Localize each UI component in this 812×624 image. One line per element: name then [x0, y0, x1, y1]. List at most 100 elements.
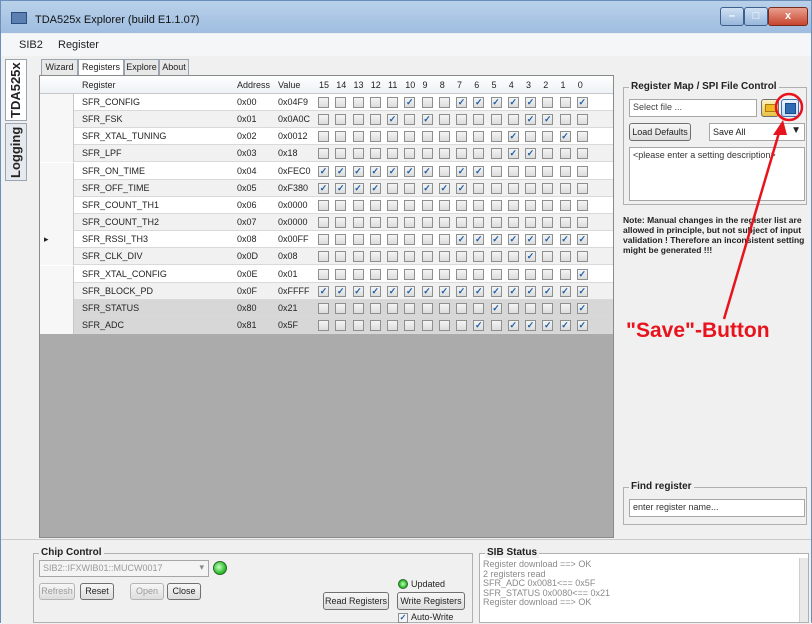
bit-checkbox[interactable]	[404, 234, 416, 246]
bit-checkbox[interactable]	[421, 234, 433, 246]
register-row[interactable]: SFR_XTAL_TUNING 0x02 0x0012 ✓ ✓	[40, 128, 613, 146]
bit-checkbox[interactable]	[369, 268, 381, 280]
bit-checkbox[interactable]: ✓	[404, 285, 416, 297]
bit-checkbox[interactable]	[369, 199, 381, 211]
find-register-input[interactable]: enter register name...	[629, 499, 805, 517]
bit-checkbox[interactable]	[507, 302, 519, 314]
bit-checkbox[interactable]	[438, 131, 450, 143]
bit-checkbox[interactable]	[559, 148, 571, 160]
device-select[interactable]: SIB2::IFXWIB01::MUCW0017 ▾	[39, 560, 209, 577]
bit-checkbox[interactable]	[421, 319, 433, 331]
bit-checkbox[interactable]: ✓	[507, 319, 519, 331]
row-selector[interactable]	[40, 128, 74, 146]
bit-checkbox[interactable]: ✓	[456, 165, 467, 177]
bit-checkbox[interactable]	[456, 251, 467, 263]
bit-checkbox[interactable]	[559, 114, 571, 126]
bit-checkbox[interactable]: ✓	[525, 114, 536, 126]
bit-checkbox[interactable]	[404, 114, 416, 126]
bit-checkbox[interactable]	[542, 97, 554, 108]
bit-checkbox[interactable]	[352, 148, 364, 160]
bit-checkbox[interactable]	[318, 97, 329, 108]
bit-checkbox[interactable]	[456, 302, 467, 314]
bit-checkbox[interactable]	[352, 131, 364, 143]
bit-checkbox[interactable]: ✓	[507, 285, 519, 297]
bit-checkbox[interactable]	[438, 114, 450, 126]
bit-checkbox[interactable]	[352, 251, 364, 263]
maximize-button[interactable]: □	[744, 7, 768, 26]
bit-checkbox[interactable]: ✓	[369, 285, 381, 297]
bit-checkbox[interactable]: ✓	[576, 268, 588, 280]
row-selector[interactable]	[40, 179, 74, 197]
bit-checkbox[interactable]	[559, 251, 571, 263]
bit-checkbox[interactable]	[352, 234, 364, 246]
bit-checkbox[interactable]	[456, 268, 467, 280]
bit-checkbox[interactable]	[387, 199, 398, 211]
bit-checkbox[interactable]	[559, 217, 571, 229]
bit-checkbox[interactable]	[352, 97, 364, 108]
bit-checkbox[interactable]: ✓	[490, 234, 502, 246]
bit-checkbox[interactable]: ✓	[576, 97, 588, 108]
bit-checkbox[interactable]: ✓	[421, 114, 433, 126]
tab-wizard[interactable]: Wizard	[41, 59, 78, 75]
bit-checkbox[interactable]	[387, 182, 398, 194]
bit-checkbox[interactable]	[352, 268, 364, 280]
bit-checkbox[interactable]: ✓	[387, 165, 398, 177]
bit-checkbox[interactable]	[490, 182, 502, 194]
bit-checkbox[interactable]	[490, 165, 502, 177]
bit-checkbox[interactable]: ✓	[456, 234, 467, 246]
bit-checkbox[interactable]: ✓	[318, 285, 329, 297]
bit-checkbox[interactable]	[369, 251, 381, 263]
bit-checkbox[interactable]	[438, 165, 450, 177]
bit-checkbox[interactable]: ✓	[542, 319, 554, 331]
bit-checkbox[interactable]: ✓	[421, 165, 433, 177]
bit-checkbox[interactable]: ✓	[438, 182, 450, 194]
bit-checkbox[interactable]: ✓	[387, 114, 398, 126]
bit-checkbox[interactable]	[559, 302, 571, 314]
bit-checkbox[interactable]	[421, 302, 433, 314]
bit-checkbox[interactable]: ✓	[507, 131, 519, 143]
bit-checkbox[interactable]: ✓	[456, 97, 467, 108]
log-scrollbar[interactable]	[799, 558, 808, 622]
bit-checkbox[interactable]	[542, 131, 554, 143]
bit-checkbox[interactable]: ✓	[542, 285, 554, 297]
bit-checkbox[interactable]	[490, 319, 502, 331]
bit-checkbox[interactable]	[438, 268, 450, 280]
register-row[interactable]: SFR_ON_TIME 0x04 0xFEC0 ✓ ✓ ✓ ✓ ✓ ✓ ✓ ✓ ✓	[40, 162, 613, 180]
bit-checkbox[interactable]	[387, 217, 398, 229]
bit-checkbox[interactable]	[421, 251, 433, 263]
bit-checkbox[interactable]: ✓	[369, 182, 381, 194]
bit-checkbox[interactable]	[438, 199, 450, 211]
bit-checkbox[interactable]	[490, 268, 502, 280]
row-selector[interactable]	[40, 162, 74, 180]
bit-checkbox[interactable]: ✓	[490, 285, 502, 297]
bit-checkbox[interactable]	[318, 217, 329, 229]
bit-checkbox[interactable]	[559, 268, 571, 280]
row-selector[interactable]	[40, 299, 74, 317]
bit-checkbox[interactable]	[335, 148, 347, 160]
bit-checkbox[interactable]	[404, 319, 416, 331]
description-textarea[interactable]: <please enter a setting description>	[629, 147, 805, 201]
register-row[interactable]: SFR_FSK 0x01 0x0A0C ✓ ✓ ✓ ✓	[40, 111, 613, 129]
bit-checkbox[interactable]	[387, 97, 398, 108]
bit-checkbox[interactable]	[473, 302, 485, 314]
bit-checkbox[interactable]	[507, 217, 519, 229]
register-row[interactable]: SFR_STATUS 0x80 0x21 ✓ ✓	[40, 299, 613, 317]
row-selector[interactable]	[40, 248, 74, 266]
bit-checkbox[interactable]	[404, 199, 416, 211]
bit-checkbox[interactable]	[352, 114, 364, 126]
bit-checkbox[interactable]	[438, 319, 450, 331]
bit-checkbox[interactable]	[525, 165, 536, 177]
bit-checkbox[interactable]	[421, 97, 433, 108]
bit-checkbox[interactable]: ✓	[576, 319, 588, 331]
bit-checkbox[interactable]	[456, 217, 467, 229]
register-row[interactable]: SFR_CLK_DIV 0x0D 0x08 ✓	[40, 248, 613, 266]
bit-checkbox[interactable]: ✓	[335, 182, 347, 194]
bit-checkbox[interactable]	[576, 182, 588, 194]
bit-checkbox[interactable]	[335, 217, 347, 229]
bit-checkbox[interactable]	[542, 182, 554, 194]
bit-checkbox[interactable]	[421, 268, 433, 280]
bit-checkbox[interactable]	[421, 217, 433, 229]
register-row[interactable]: SFR_COUNT_TH1 0x06 0x0000	[40, 196, 613, 214]
bit-checkbox[interactable]	[576, 217, 588, 229]
bit-checkbox[interactable]	[542, 148, 554, 160]
